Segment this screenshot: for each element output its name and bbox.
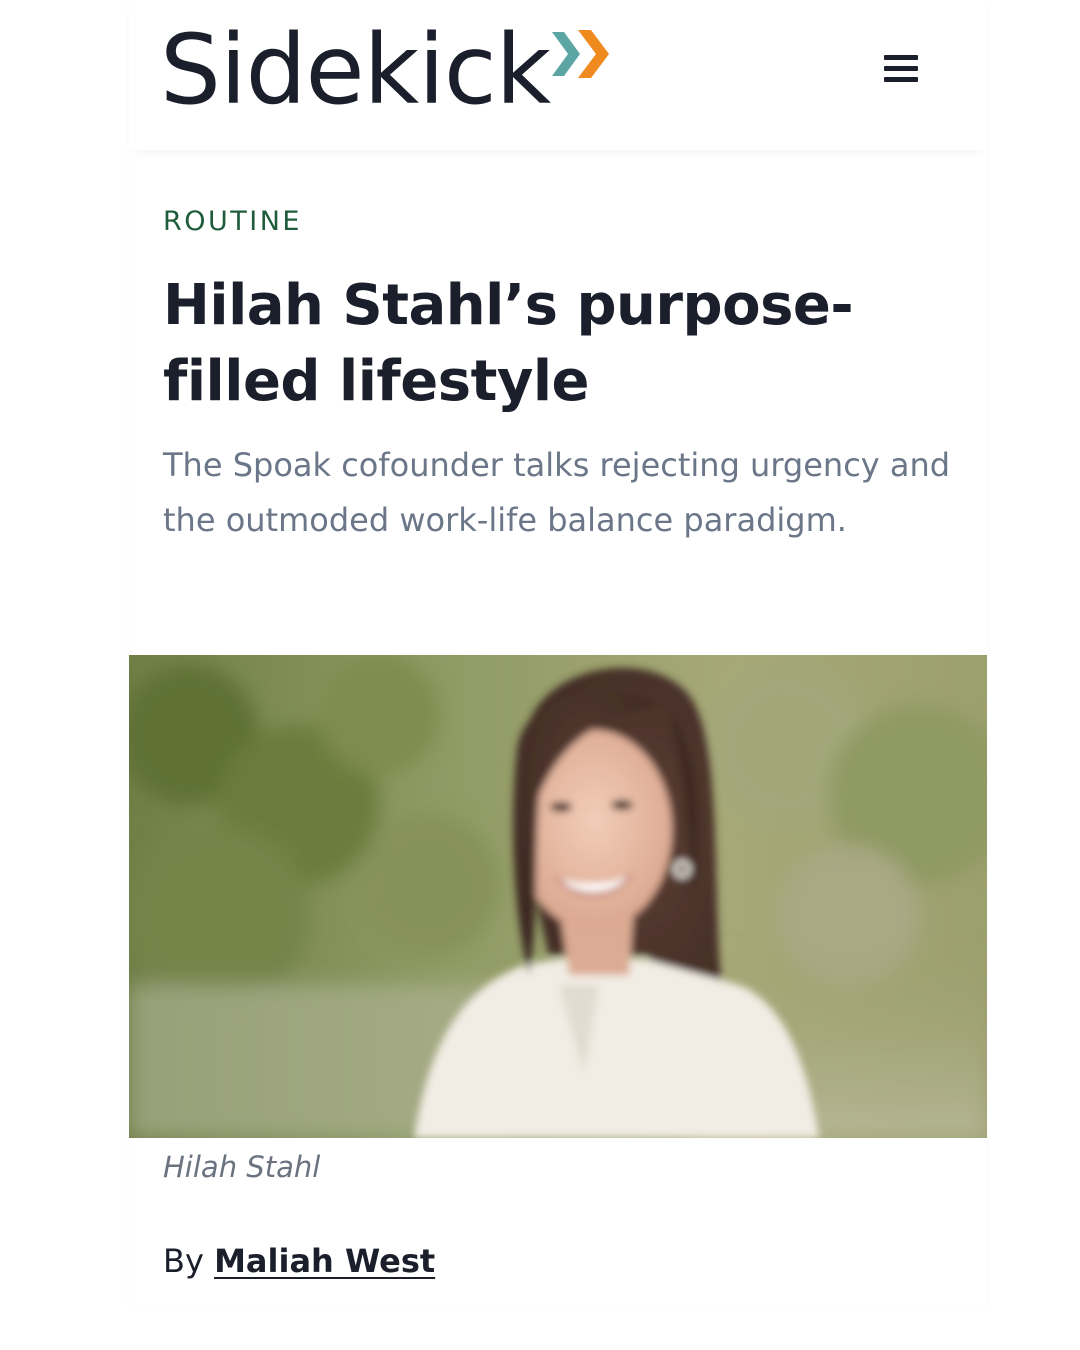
menu-button[interactable] [873, 46, 929, 94]
article-title: Hilah Stahl’s purpose-filled lifestyle [163, 273, 854, 414]
logo-chevrons-icon [552, 28, 614, 84]
byline: By Maliah West [163, 1242, 435, 1280]
article-subtitle: The Spoak cofounder talks rejecting urge… [163, 446, 951, 539]
article-page: Sidekick ROUTINE Hilah Stahl’s purpose-f… [129, 0, 987, 1308]
sidekick-logo[interactable]: Sidekick [160, 18, 614, 122]
article-category[interactable]: ROUTINE [163, 206, 302, 237]
byline-prefix: By [163, 1242, 204, 1280]
site-header: Sidekick [129, 0, 987, 150]
hamburger-menu-icon [884, 53, 918, 88]
logo-wordmark: Sidekick [160, 14, 551, 126]
hero-image [129, 655, 987, 1138]
author-link[interactable]: Maliah West [214, 1242, 435, 1280]
image-caption: Hilah Stahl [163, 1150, 321, 1184]
